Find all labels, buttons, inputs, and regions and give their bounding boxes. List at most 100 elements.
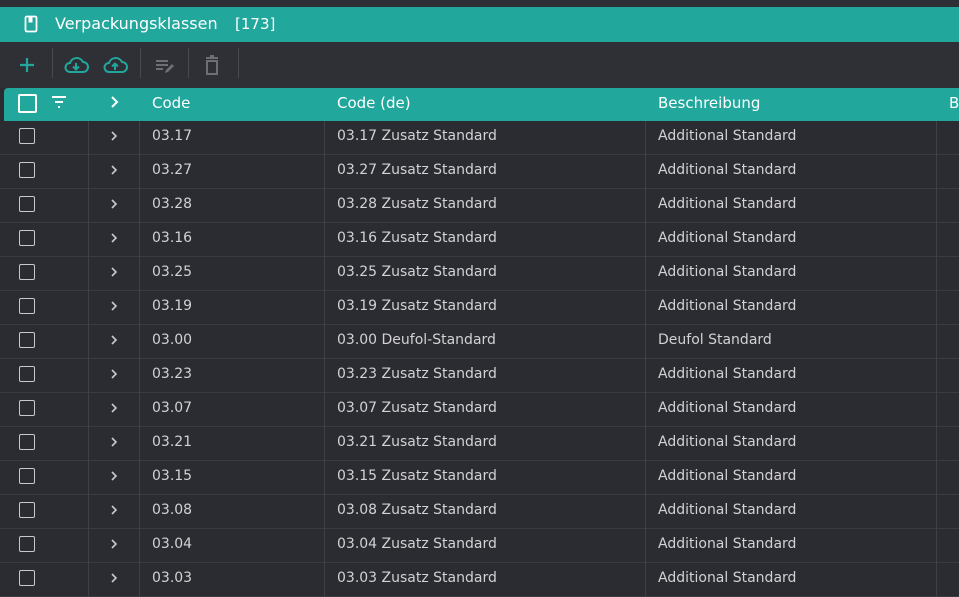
- column-divider: [936, 189, 937, 223]
- top-strip: [0, 0, 959, 7]
- cell-code-de: 03.07 Zusatz Standard: [337, 400, 497, 416]
- cell-code: 03.15: [152, 468, 193, 484]
- row-expand-chevron-icon[interactable]: [108, 266, 120, 278]
- cell-beschreibung: Additional Standard: [658, 298, 797, 314]
- cell-beschreibung: Additional Standard: [658, 400, 797, 416]
- table-body: 03.17 03.17 Zusatz Standard Additional Sta…: [0, 121, 959, 597]
- table-row[interactable]: 03.19 03.19 Zusatz Standard Additional Sta…: [0, 291, 959, 325]
- column-divider: [936, 155, 937, 189]
- row-expand-chevron-icon[interactable]: [108, 470, 120, 482]
- toolbar-divider: [52, 48, 53, 78]
- table-row[interactable]: 03.03 03.03 Zusatz Standard Additional Sta…: [0, 563, 959, 597]
- header-next-column[interactable]: B: [949, 88, 959, 121]
- cell-code: 03.04: [152, 536, 193, 552]
- row-expand-chevron-icon[interactable]: [108, 130, 120, 142]
- cell-code: 03.03: [152, 570, 193, 586]
- expand-all-chevron-icon[interactable]: [108, 95, 120, 109]
- header-code-de[interactable]: Code (de): [337, 88, 411, 121]
- add-button[interactable]: [12, 51, 42, 79]
- table-row[interactable]: 03.25 03.25 Zusatz Standard Additional Sta…: [0, 257, 959, 291]
- column-divider: [88, 427, 89, 461]
- table-row[interactable]: 03.07 03.07 Zusatz Standard Additional Sta…: [0, 393, 959, 427]
- page-title: Verpackungsklassen: [55, 14, 218, 33]
- column-divider: [139, 427, 140, 461]
- cell-code: 03.07: [152, 400, 193, 416]
- filter-icon[interactable]: [51, 95, 67, 109]
- column-divider: [324, 427, 325, 461]
- cell-beschreibung: Deufol Standard: [658, 332, 772, 348]
- row-checkbox[interactable]: [19, 128, 35, 144]
- row-checkbox[interactable]: [19, 366, 35, 382]
- delete-button[interactable]: [197, 51, 227, 79]
- header-beschreibung[interactable]: Beschreibung: [658, 88, 760, 121]
- row-expand-chevron-icon[interactable]: [108, 368, 120, 380]
- column-divider: [324, 359, 325, 393]
- row-checkbox[interactable]: [19, 400, 35, 416]
- select-all-checkbox[interactable]: [18, 94, 37, 113]
- row-expand-chevron-icon[interactable]: [108, 436, 120, 448]
- column-divider: [324, 155, 325, 189]
- edit-button[interactable]: [149, 51, 179, 79]
- table-row[interactable]: 03.15 03.15 Zusatz Standard Additional Sta…: [0, 461, 959, 495]
- column-divider: [936, 495, 937, 529]
- column-divider: [88, 325, 89, 359]
- row-expand-chevron-icon[interactable]: [108, 334, 120, 346]
- row-expand-chevron-icon[interactable]: [108, 198, 120, 210]
- cell-beschreibung: Additional Standard: [658, 230, 797, 246]
- column-divider: [324, 393, 325, 427]
- column-divider: [645, 291, 646, 325]
- table-row[interactable]: 03.08 03.08 Zusatz Standard Additional Sta…: [0, 495, 959, 529]
- row-checkbox[interactable]: [19, 230, 35, 246]
- cell-code-de: 03.23 Zusatz Standard: [337, 366, 497, 382]
- row-checkbox[interactable]: [19, 298, 35, 314]
- row-checkbox[interactable]: [19, 502, 35, 518]
- row-checkbox[interactable]: [19, 434, 35, 450]
- column-divider: [324, 291, 325, 325]
- column-divider: [936, 325, 937, 359]
- table-row[interactable]: 03.21 03.21 Zusatz Standard Additional Sta…: [0, 427, 959, 461]
- row-expand-chevron-icon[interactable]: [108, 232, 120, 244]
- table-row[interactable]: 03.16 03.16 Zusatz Standard Additional Sta…: [0, 223, 959, 257]
- table-row[interactable]: 03.27 03.27 Zusatz Standard Additional Sta…: [0, 155, 959, 189]
- header-code[interactable]: Code: [152, 88, 190, 121]
- row-expand-chevron-icon[interactable]: [108, 164, 120, 176]
- column-divider: [324, 325, 325, 359]
- column-divider: [936, 257, 937, 291]
- row-checkbox[interactable]: [19, 264, 35, 280]
- cell-beschreibung: Additional Standard: [658, 162, 797, 178]
- row-expand-chevron-icon[interactable]: [108, 572, 120, 584]
- cell-beschreibung: Additional Standard: [658, 366, 797, 382]
- cell-code-de: 03.17 Zusatz Standard: [337, 128, 497, 144]
- edit-list-icon: [156, 60, 174, 73]
- table-header: Code Code (de) Beschreibung B: [4, 88, 959, 121]
- column-divider: [324, 563, 325, 597]
- column-divider: [936, 359, 937, 393]
- row-checkbox[interactable]: [19, 196, 35, 212]
- table-row[interactable]: 03.04 03.04 Zusatz Standard Additional Sta…: [0, 529, 959, 563]
- cell-code: 03.08: [152, 502, 193, 518]
- import-button[interactable]: [61, 51, 91, 79]
- table-row[interactable]: 03.17 03.17 Zusatz Standard Additional Sta…: [0, 121, 959, 155]
- row-expand-chevron-icon[interactable]: [108, 504, 120, 516]
- row-checkbox[interactable]: [19, 332, 35, 348]
- row-checkbox[interactable]: [19, 570, 35, 586]
- column-divider: [645, 359, 646, 393]
- table-row[interactable]: 03.28 03.28 Zusatz Standard Additional Sta…: [0, 189, 959, 223]
- row-checkbox[interactable]: [19, 536, 35, 552]
- column-divider: [88, 359, 89, 393]
- row-checkbox[interactable]: [19, 162, 35, 178]
- column-divider: [324, 461, 325, 495]
- cell-beschreibung: Additional Standard: [658, 570, 797, 586]
- column-divider: [936, 427, 937, 461]
- table-row[interactable]: 03.00 03.00 Deufol-Standard Deufol Standar…: [0, 325, 959, 359]
- row-expand-chevron-icon[interactable]: [108, 402, 120, 414]
- column-divider: [139, 495, 140, 529]
- export-button[interactable]: [100, 51, 130, 79]
- row-checkbox[interactable]: [19, 468, 35, 484]
- cell-beschreibung: Additional Standard: [658, 196, 797, 212]
- table-row[interactable]: 03.23 03.23 Zusatz Standard Additional Sta…: [0, 359, 959, 393]
- row-expand-chevron-icon[interactable]: [108, 538, 120, 550]
- column-divider: [645, 393, 646, 427]
- cell-code: 03.28: [152, 196, 193, 212]
- row-expand-chevron-icon[interactable]: [108, 300, 120, 312]
